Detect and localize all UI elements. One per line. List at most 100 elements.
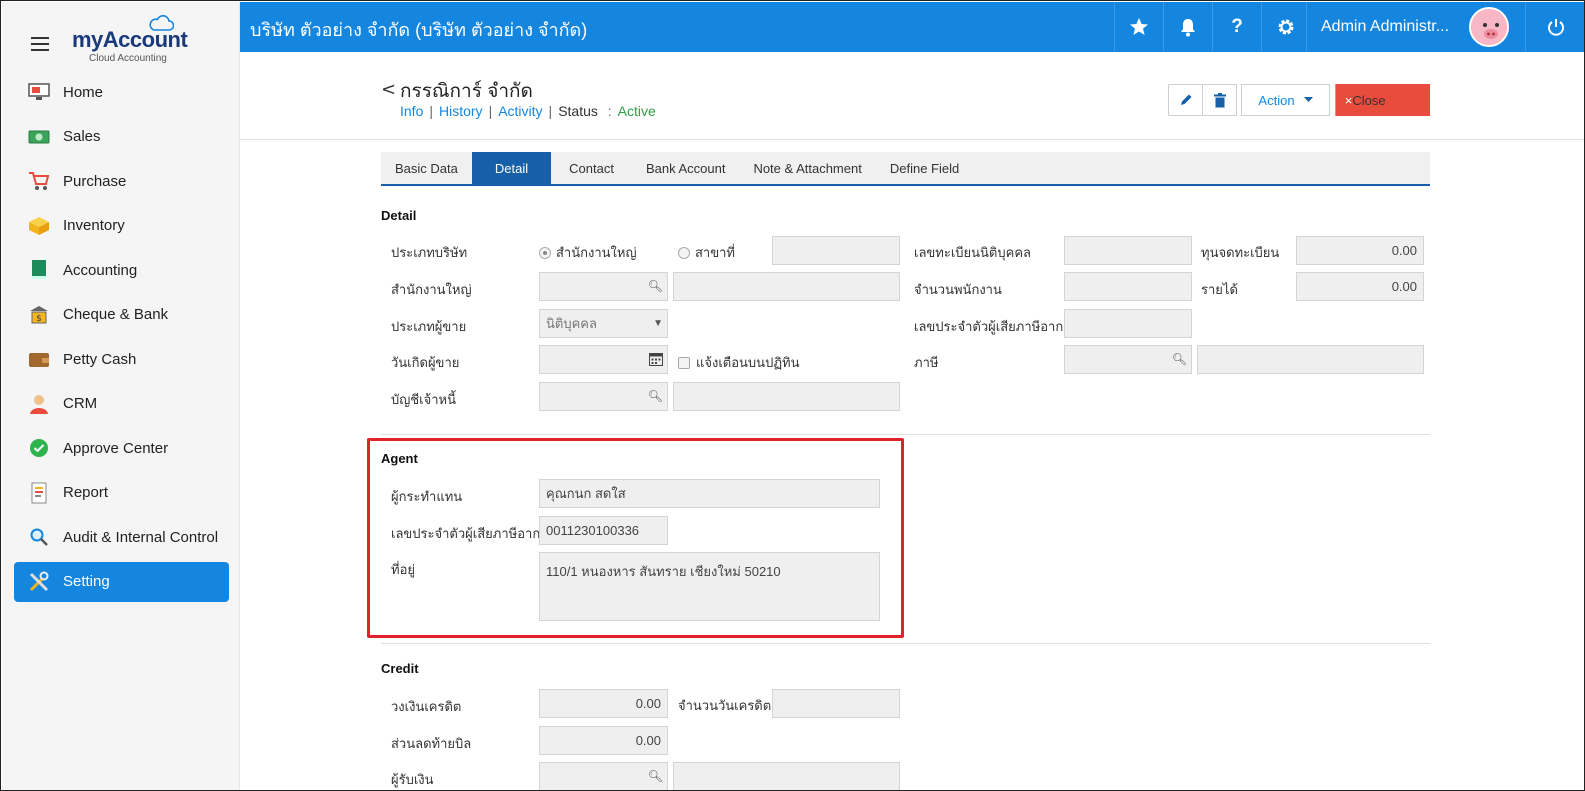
head-office-search-input[interactable]: 🔍︎ — [539, 272, 668, 301]
tax-search-input[interactable]: 🔍︎ — [1064, 345, 1192, 374]
star-icon[interactable] — [1114, 2, 1163, 52]
head-office-name-input[interactable] — [673, 272, 900, 301]
income-input[interactable]: 0.00 — [1296, 272, 1424, 301]
notify-calendar-checkbox[interactable]: แจ้งเตือนบนปฏิทิน — [678, 352, 800, 373]
registration-no-input[interactable] — [1064, 236, 1192, 265]
search-icon[interactable]: 🔍︎ — [648, 279, 663, 293]
trash-icon — [1213, 92, 1226, 107]
search-icon[interactable]: 🔍︎ — [648, 389, 663, 403]
bell-icon[interactable] — [1163, 2, 1212, 52]
user-menu[interactable]: Admin Administr... — [1306, 2, 1556, 52]
brand-logo[interactable]: myAccount — [72, 27, 188, 53]
svg-text:$: $ — [36, 314, 42, 324]
record-subnav: Info | History | Activity | Status : Active — [400, 103, 656, 119]
credit-limit-label: วงเงินเครดิต — [391, 699, 462, 714]
income-label: รายได้ — [1201, 282, 1238, 297]
brand-name-account: Account — [102, 27, 188, 52]
sidebar-item-sales[interactable]: Sales — [14, 117, 229, 157]
sidebar: myAccount Cloud Accounting Home Sales Pu… — [2, 2, 240, 790]
tax-name-input[interactable] — [1197, 345, 1424, 374]
agent-input[interactable]: คุณกนก สดใส — [539, 479, 880, 508]
sidebar-item-label: Cheque & Bank — [63, 306, 169, 323]
back-icon[interactable]: < — [381, 79, 396, 100]
sidebar-item-accounting[interactable]: Accounting — [14, 250, 229, 290]
sidebar-item-label: Purchase — [63, 172, 127, 190]
tab-define-field[interactable]: Define Field — [876, 152, 973, 184]
power-icon[interactable] — [1525, 2, 1584, 52]
receiver-name-input[interactable] — [673, 762, 900, 790]
sidebar-item-cheque-bank[interactable]: $ Cheque & Bank — [14, 295, 229, 335]
tax-label: ภาษี — [914, 355, 939, 370]
agent-tax-id-input[interactable]: 0011230100336 — [539, 516, 668, 545]
section-divider — [381, 643, 1430, 644]
sidebar-item-label: Accounting — [63, 261, 138, 279]
company-name[interactable]: บริษัท ตัวอย่าง จำกัด (บริษัท ตัวอย่าง จ… — [250, 15, 587, 44]
sidebar-item-setting[interactable]: Setting — [14, 561, 229, 602]
section-divider — [381, 434, 1430, 435]
credit-limit-input[interactable]: 0.00 — [539, 689, 668, 718]
delete-button[interactable] — [1202, 84, 1237, 116]
hamburger-menu-icon[interactable] — [31, 37, 49, 51]
branch-radio[interactable]: สาขาที่ — [678, 242, 735, 263]
sidebar-item-approve-center[interactable]: Approve Center — [14, 428, 229, 468]
calendar-icon[interactable] — [649, 352, 663, 366]
tax-id-input[interactable] — [1064, 309, 1192, 338]
action-label: Action — [1258, 92, 1295, 108]
sidebar-item-label: Approve Center — [63, 439, 169, 457]
sidebar-item-label: CRM — [63, 395, 98, 412]
payable-account-search-input[interactable]: 🔍︎ — [539, 382, 668, 411]
tab-detail[interactable]: Detail — [471, 152, 552, 184]
sidebar-item-audit[interactable]: Audit & Internal Control — [14, 517, 229, 557]
sidebar-item-label: Audit & Internal Control — [63, 528, 219, 546]
receiver-label: ผู้รับเงิน — [391, 772, 434, 787]
activity-link[interactable]: Activity — [498, 103, 542, 119]
edit-button[interactable] — [1168, 84, 1203, 116]
status-badge: Active — [617, 103, 656, 119]
status-label: Status — [558, 103, 598, 119]
cart-icon — [27, 170, 51, 192]
brand: myAccount Cloud Accounting — [2, 2, 240, 64]
credit-days-label: จำนวนวันเครดิต — [678, 698, 772, 713]
tab-basic-data[interactable]: Basic Data — [381, 152, 472, 184]
registered-capital-label: ทุนจดทะเบียน — [1201, 245, 1280, 260]
status-colon: : — [607, 103, 612, 119]
help-icon[interactable]: ? — [1212, 2, 1261, 52]
search-icon[interactable]: 🔍︎ — [648, 769, 663, 783]
sidebar-item-purchase[interactable]: Purchase — [14, 161, 229, 201]
sidebar-item-label: Report — [63, 484, 109, 501]
sidebar-item-crm[interactable]: CRM — [14, 384, 229, 424]
tab-note-attachment[interactable]: Note & Attachment — [739, 152, 875, 184]
vendor-type-select[interactable]: นิติบุคคล ▼ — [539, 309, 668, 338]
close-button[interactable]: Close × — [1335, 84, 1430, 116]
sidebar-item-home[interactable]: Home — [14, 72, 229, 112]
sidebar-item-inventory[interactable]: Inventory — [14, 206, 229, 246]
monitor-icon — [27, 81, 51, 103]
history-link[interactable]: History — [439, 103, 483, 119]
search-icon[interactable]: 🔍︎ — [1172, 352, 1187, 366]
gear-icon[interactable] — [1261, 2, 1310, 52]
radio-head-office-label: สำนักงานใหญ่ — [556, 245, 637, 260]
info-link[interactable]: Info — [400, 103, 423, 119]
agent-section-title: Agent — [381, 451, 418, 466]
sidebar-nav: Home Sales Purchase Inventory Accounting… — [14, 72, 229, 606]
agent-address-textarea[interactable]: 110/1 หนองหาร สันทราย เชียงใหม่ 50210 — [539, 552, 880, 621]
tax-id-label: เลขประจำตัวผู้เสียภาษีอากร — [914, 319, 1071, 334]
head-office-radio[interactable]: สำนักงานใหญ่ — [539, 242, 637, 263]
tab-contact[interactable]: Contact — [551, 152, 632, 184]
employees-input[interactable] — [1064, 272, 1192, 301]
tab-bank-account[interactable]: Bank Account — [632, 152, 740, 184]
branch-no-input[interactable] — [772, 236, 900, 265]
sidebar-item-label: Home — [63, 83, 104, 101]
caret-down-icon — [1303, 97, 1313, 102]
sidebar-item-petty-cash[interactable]: Petty Cash — [14, 339, 229, 379]
avatar[interactable] — [1469, 7, 1509, 47]
payable-account-name-input[interactable] — [673, 382, 900, 411]
action-dropdown[interactable]: Action — [1241, 84, 1330, 116]
sidebar-item-report[interactable]: Report — [14, 473, 229, 513]
registered-capital-input[interactable]: 0.00 — [1296, 236, 1424, 265]
birthday-date-input[interactable] — [539, 345, 668, 374]
credit-days-input[interactable] — [772, 689, 900, 718]
bill-discount-input[interactable]: 0.00 — [539, 726, 668, 755]
payable-account-label: บัญชีเจ้าหนี้ — [391, 392, 456, 407]
receiver-search-input[interactable]: 🔍︎ — [539, 762, 668, 790]
